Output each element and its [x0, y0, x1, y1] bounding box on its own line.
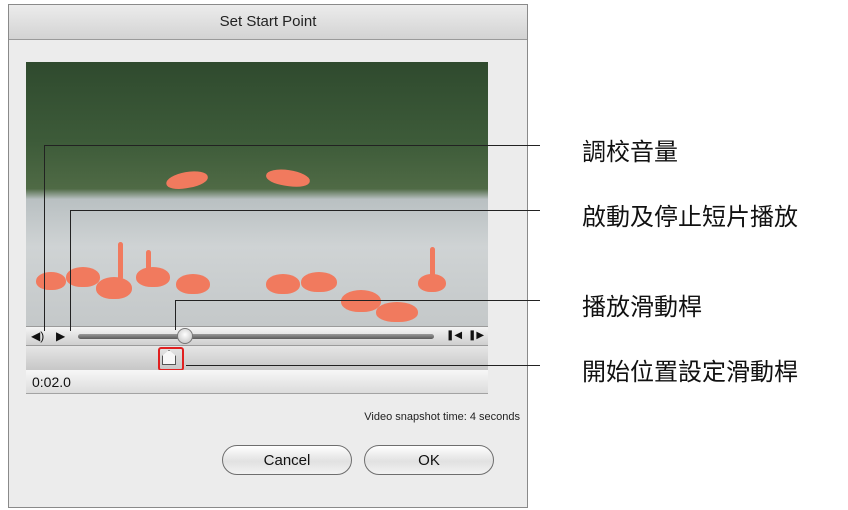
- callout-start-slider: 開始位置設定滑動桿: [582, 358, 798, 386]
- flamingo-shape: [136, 267, 170, 287]
- callout-line-play-drop: [70, 210, 71, 331]
- flamingo-neck-shape: [118, 242, 123, 280]
- flamingo-shape: [36, 272, 66, 290]
- flamingo-shape: [96, 277, 132, 299]
- callout-playback-slider: 播放滑動桿: [582, 293, 702, 321]
- start-handle-highlight-box: [158, 347, 184, 371]
- dialog-title: Set Start Point: [9, 5, 527, 40]
- callout-line-playback: [175, 300, 540, 301]
- cancel-button[interactable]: Cancel: [222, 445, 352, 475]
- play-icon[interactable]: ▶: [56, 328, 65, 344]
- callout-volume: 調校音量: [582, 138, 678, 166]
- callout-play-stop: 啟動及停止短片播放: [582, 203, 798, 231]
- flamingo-shape: [266, 274, 300, 294]
- flamingo-neck-shape: [430, 247, 435, 277]
- snapshot-time-label: Video snapshot time: 4 seconds: [364, 411, 520, 423]
- flamingo-shape: [176, 274, 210, 294]
- step-forward-icon[interactable]: ❚▶: [468, 328, 484, 344]
- player-controls: ◀) ▶ ❚◀ ❚▶: [26, 326, 488, 346]
- flamingo-shape: [301, 272, 337, 292]
- callout-line-volume-drop: [44, 145, 45, 331]
- speaker-icon[interactable]: ◀): [31, 328, 44, 344]
- callout-line-play: [70, 210, 540, 211]
- start-time-display: 0:02.0: [26, 370, 488, 394]
- flamingo-shape: [164, 168, 210, 192]
- start-time-value: 0:02.0: [32, 374, 71, 390]
- flamingo-shape: [66, 267, 100, 287]
- callout-line-volume: [44, 145, 540, 146]
- playback-slider-thumb[interactable]: [176, 328, 193, 344]
- start-point-slider[interactable]: [26, 346, 488, 370]
- step-back-icon[interactable]: ❚◀: [446, 328, 462, 344]
- playback-slider-track[interactable]: [78, 334, 434, 339]
- flamingo-neck-shape: [146, 250, 151, 274]
- flamingo-shape: [265, 167, 311, 189]
- flamingo-shape: [376, 302, 418, 322]
- video-frame: [26, 62, 488, 326]
- callout-line-start: [186, 365, 540, 366]
- flamingo-shape: [341, 290, 381, 312]
- ok-button[interactable]: OK: [364, 445, 494, 475]
- callout-line-playback-drop: [175, 300, 176, 330]
